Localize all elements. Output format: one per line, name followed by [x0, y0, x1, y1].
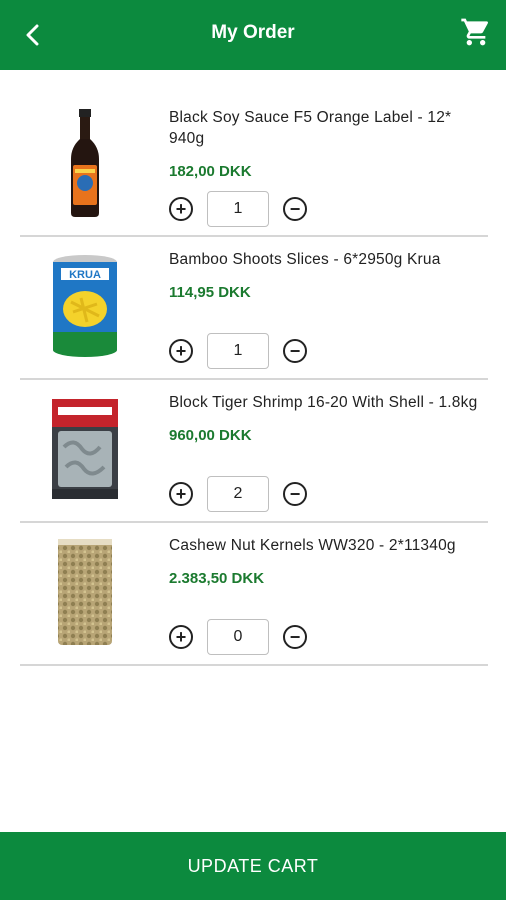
- minus-icon[interactable]: −: [283, 197, 307, 221]
- plus-icon[interactable]: +: [169, 482, 193, 506]
- shrimp-bag-image: [52, 399, 118, 499]
- plus-icon[interactable]: +: [169, 625, 193, 649]
- quantity-stepper: + −: [169, 476, 307, 512]
- item-price: 2.383,50 DKK: [169, 570, 265, 587]
- quantity-input[interactable]: [207, 191, 269, 227]
- order-item: Black Soy Sauce F5 Orange Label - 12* 94…: [20, 95, 488, 237]
- item-name[interactable]: Black Soy Sauce F5 Orange Label - 12* 94…: [169, 107, 489, 149]
- quantity-stepper: + −: [169, 191, 307, 227]
- soy-sauce-bottle-image: [71, 109, 99, 217]
- quantity-stepper: + −: [169, 333, 307, 369]
- cashew-bag-image: [58, 539, 112, 645]
- bamboo-shoots-can-image: KRUA: [53, 255, 117, 357]
- item-price: 182,00 DKK: [169, 163, 252, 180]
- product-image-shrimp: [40, 388, 130, 510]
- cart-button[interactable]: [458, 14, 494, 50]
- product-image-soy-sauce: [40, 103, 130, 225]
- page-title: My Order: [211, 22, 295, 43]
- order-item: Cashew Nut Kernels WW320 - 2*11340g 2.38…: [20, 523, 488, 666]
- product-image-bamboo: KRUA: [40, 245, 130, 367]
- minus-icon[interactable]: −: [283, 339, 307, 363]
- order-list: Black Soy Sauce F5 Orange Label - 12* 94…: [20, 95, 488, 666]
- cart-icon: [461, 18, 489, 46]
- plus-icon[interactable]: +: [169, 339, 193, 363]
- item-name[interactable]: Block Tiger Shrimp 16-20 With Shell - 1.…: [169, 392, 489, 413]
- quantity-stepper: + −: [169, 619, 307, 655]
- app-header: My Order: [0, 0, 506, 70]
- item-info: Block Tiger Shrimp 16-20 With Shell - 1.…: [169, 392, 489, 444]
- quantity-input[interactable]: [207, 333, 269, 369]
- product-image-cashew: [40, 531, 130, 653]
- item-info: Black Soy Sauce F5 Orange Label - 12* 94…: [169, 107, 489, 180]
- item-price: 960,00 DKK: [169, 427, 252, 444]
- item-info: Bamboo Shoots Slices - 6*2950g Krua 114,…: [169, 249, 489, 301]
- item-price: 114,95 DKK: [169, 284, 251, 301]
- can-brand-text: KRUA: [69, 269, 101, 281]
- order-item: KRUA Bamboo Shoots Slices - 6*2950g Krua…: [20, 237, 488, 380]
- item-name[interactable]: Bamboo Shoots Slices - 6*2950g Krua: [169, 249, 489, 270]
- item-name[interactable]: Cashew Nut Kernels WW320 - 2*11340g: [169, 535, 489, 556]
- item-info: Cashew Nut Kernels WW320 - 2*11340g 2.38…: [169, 535, 489, 587]
- plus-icon[interactable]: +: [169, 197, 193, 221]
- minus-icon[interactable]: −: [283, 482, 307, 506]
- minus-icon[interactable]: −: [283, 625, 307, 649]
- quantity-input[interactable]: [207, 476, 269, 512]
- order-item: Block Tiger Shrimp 16-20 With Shell - 1.…: [20, 380, 488, 523]
- quantity-input[interactable]: [207, 619, 269, 655]
- update-cart-button[interactable]: UPDATE CART: [0, 832, 506, 900]
